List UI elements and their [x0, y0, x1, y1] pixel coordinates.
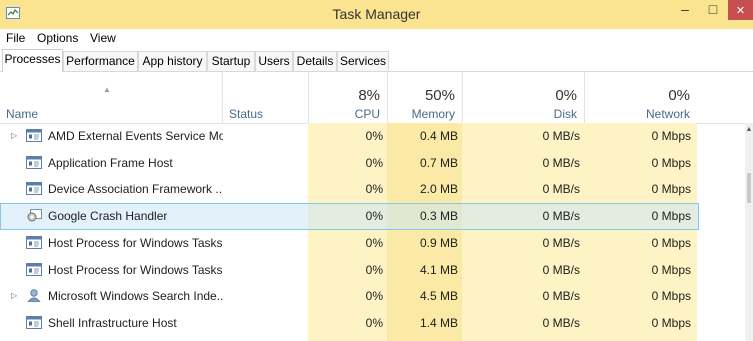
column-label-disk: Disk — [553, 107, 577, 121]
column-header-cpu[interactable]: 8% CPU — [308, 72, 388, 123]
scroll-thumb[interactable] — [747, 173, 751, 203]
expand-chevron-icon[interactable]: ▷ — [11, 291, 17, 300]
tab-app-history[interactable]: App history — [138, 51, 207, 71]
process-name: Google Crash Handler — [48, 209, 168, 224]
process-memory: 1.4 MB — [419, 315, 458, 330]
process-network: 0 Mbps — [651, 289, 691, 304]
process-cpu: 0% — [365, 235, 383, 250]
process-disk: 0 MB/s — [542, 262, 580, 277]
tab-users[interactable]: Users — [255, 51, 293, 71]
process-disk: 0 MB/s — [542, 235, 580, 250]
tab-services[interactable]: Services — [337, 51, 389, 71]
process-cpu: 0% — [365, 262, 383, 277]
column-header-name[interactable]: ▲ Name — [0, 72, 222, 123]
search-user-icon — [26, 289, 42, 303]
process-memory: 0.3 MB — [419, 209, 458, 224]
process-disk: 0 MB/s — [542, 289, 580, 304]
window-title: Task Manager — [332, 6, 421, 22]
process-name: Microsoft Windows Search Inde... — [48, 289, 223, 304]
process-disk: 0 MB/s — [542, 155, 580, 170]
process-row[interactable]: Device Association Framework ... 0% 2.0 MB… — [0, 176, 745, 202]
menu-view[interactable]: View — [90, 31, 116, 45]
process-disk: 0 MB/s — [542, 209, 580, 224]
column-label-memory: Memory — [411, 107, 455, 121]
menu-bar: File Options View — [0, 29, 753, 49]
column-header: ▲ Name Status 8% CPU 50% Memory 0% Disk … — [0, 72, 753, 124]
maximize-button[interactable]: □ — [700, 0, 726, 20]
process-network: 0 Mbps — [651, 315, 691, 330]
process-network: 0 Mbps — [651, 262, 691, 277]
process-cpu: 0% — [365, 129, 383, 143]
process-row[interactable]: ▷ AMD External Events Service Mo... 0% 0.4 … — [0, 123, 745, 149]
column-label-network: Network — [645, 107, 690, 121]
process-memory: 0.4 MB — [419, 129, 458, 143]
column-header-network[interactable]: 0% Network — [584, 72, 698, 123]
process-network: 0 Mbps — [651, 209, 691, 224]
close-icon: ✕ — [735, 5, 746, 17]
sort-ascending-icon: ▲ — [103, 85, 111, 94]
process-row[interactable]: Application Frame Host 0% 0.7 MB 0 MB/s 0 Mb… — [0, 150, 745, 176]
process-network: 0 Mbps — [651, 182, 691, 197]
process-network: 0 Mbps — [651, 235, 691, 250]
process-memory: 4.5 MB — [419, 289, 458, 304]
process-row[interactable]: Host Process for Windows Tasks 0% 4.1 MB 0 … — [0, 257, 745, 283]
process-name: Host Process for Windows Tasks — [48, 262, 223, 277]
column-header-status[interactable]: Status — [222, 72, 309, 123]
tab-details[interactable]: Details — [293, 51, 337, 71]
process-network: 0 Mbps — [651, 155, 691, 170]
service-window-icon — [26, 155, 42, 169]
tab-bar: Processes Performance App history Startu… — [0, 49, 753, 72]
process-disk: 0 MB/s — [542, 182, 580, 197]
menu-file[interactable]: File — [6, 31, 25, 45]
process-cpu: 0% — [365, 289, 383, 304]
column-label-name: Name — [6, 107, 39, 121]
expand-chevron-icon[interactable]: ▷ — [11, 131, 17, 140]
process-list: ▷ AMD External Events Service Mo... 0% 0.4 … — [0, 123, 745, 341]
process-memory: 0.7 MB — [419, 155, 458, 170]
service-window-icon — [26, 262, 42, 276]
column-header-memory[interactable]: 50% Memory — [387, 72, 463, 123]
scroll-up-arrow-icon[interactable]: ▲ — [745, 126, 753, 133]
tab-processes[interactable]: Processes — [2, 49, 63, 72]
process-name: Shell Infrastructure Host — [48, 315, 177, 330]
service-window-icon — [26, 235, 42, 249]
service-window-icon — [26, 182, 42, 196]
process-row[interactable]: ▷ Microsoft Windows Search Inde... 0% 4.5 M… — [0, 283, 745, 309]
process-cpu: 0% — [365, 315, 383, 330]
process-network: 0 Mbps — [651, 129, 691, 143]
process-disk: 0 MB/s — [542, 315, 580, 330]
column-label-cpu: CPU — [354, 107, 380, 121]
process-disk: 0 MB/s — [542, 129, 580, 143]
title-bar[interactable]: Task Manager – □ ✕ — [0, 0, 753, 29]
service-window-icon — [26, 129, 42, 142]
close-button[interactable]: ✕ — [728, 0, 753, 20]
process-cpu: 0% — [365, 182, 383, 197]
gear-window-icon — [26, 209, 42, 222]
menu-options[interactable]: Options — [37, 31, 78, 45]
process-name: AMD External Events Service Mo... — [48, 129, 223, 143]
service-window-icon — [26, 315, 42, 329]
process-row[interactable]: Shell Infrastructure Host 0% 1.4 MB 0 MB/s 0… — [0, 310, 745, 336]
minimize-button[interactable]: – — [672, 0, 698, 20]
process-memory: 2.0 MB — [419, 182, 458, 197]
process-memory: 0.9 MB — [419, 235, 458, 250]
process-memory: 4.1 MB — [419, 262, 458, 277]
process-name: Host Process for Windows Tasks — [48, 235, 223, 250]
tab-performance[interactable]: Performance — [63, 51, 138, 71]
column-header-disk[interactable]: 0% Disk — [462, 72, 585, 123]
process-name: Device Association Framework ... — [48, 182, 223, 197]
network-total-percent: 0% — [668, 87, 690, 104]
column-label-status: Status — [229, 107, 264, 121]
process-row[interactable]: Host Process for Windows Tasks 0% 0.9 MB 0 … — [0, 230, 745, 256]
disk-total-percent: 0% — [555, 87, 577, 104]
process-cpu: 0% — [365, 209, 383, 224]
cpu-total-percent: 8% — [358, 87, 380, 104]
process-name: Application Frame Host — [48, 155, 173, 170]
tab-startup[interactable]: Startup — [207, 51, 255, 71]
memory-total-percent: 50% — [424, 87, 455, 104]
vertical-scrollbar[interactable]: ▲ — [745, 123, 753, 341]
process-row[interactable]: Google Crash Handler 0% 0.3 MB 0 MB/s 0 Mbps — [0, 203, 745, 231]
process-cpu: 0% — [365, 155, 383, 170]
